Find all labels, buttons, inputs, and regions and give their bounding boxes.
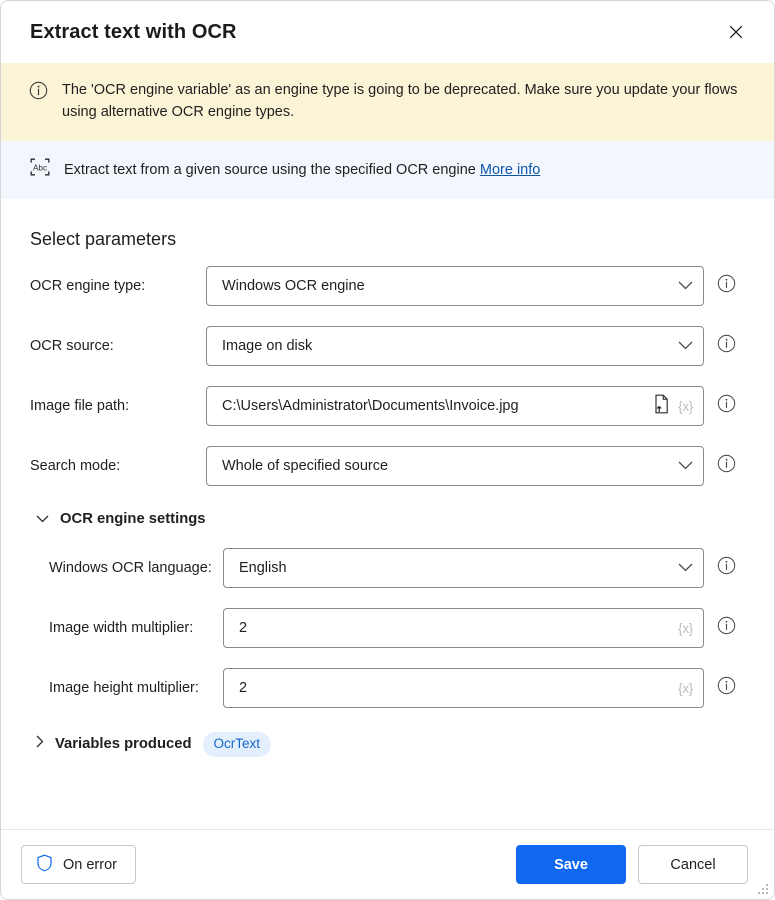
- deprecation-warning-banner: The 'OCR engine variable' as an engine t…: [1, 63, 774, 141]
- label-windows-ocr-language: Windows OCR language:: [49, 560, 212, 576]
- ocr-source-dropdown[interactable]: Image on disk: [206, 326, 704, 366]
- on-error-button[interactable]: On error: [21, 845, 136, 884]
- field-row-search-mode: Search mode: Whole of specified source: [1, 436, 774, 496]
- chevron-down-icon: [678, 337, 693, 355]
- image-height-multiplier-input[interactable]: 2 {x}: [223, 668, 704, 708]
- shield-icon: [36, 854, 53, 876]
- field-row-ocr-source: OCR source: Image on disk: [1, 316, 774, 376]
- dialog-body: Select parameters OCR engine type: Windo…: [1, 199, 774, 829]
- close-icon: [728, 24, 744, 40]
- info-icon-windows-ocr-language[interactable]: [717, 556, 736, 580]
- dialog-footer: On error Save Cancel: [1, 829, 774, 899]
- image-file-path-input[interactable]: C:\Users\Administrator\Documents\Invoice…: [206, 386, 704, 426]
- ocr-engine-settings-group-toggle[interactable]: OCR engine settings: [1, 496, 774, 538]
- label-image-width-multiplier: Image width multiplier:: [49, 620, 194, 636]
- action-description-text: Extract text from a given source using t…: [64, 161, 476, 178]
- more-info-link[interactable]: More info: [480, 162, 540, 178]
- ocr-engine-type-dropdown[interactable]: Windows OCR engine: [206, 266, 704, 306]
- chevron-right-icon: [36, 735, 44, 753]
- label-image-file-path: Image file path:: [30, 398, 130, 414]
- ocr-engine-type-value: Windows OCR engine: [222, 278, 365, 294]
- windows-ocr-language-value: English: [239, 560, 287, 576]
- page-title: Extract text with OCR: [30, 20, 237, 43]
- image-height-multiplier-value: 2: [239, 680, 248, 696]
- info-icon-image-width-multiplier[interactable]: [717, 616, 736, 640]
- info-icon-search-mode[interactable]: [717, 454, 736, 478]
- on-error-label: On error: [63, 856, 117, 873]
- info-icon-ocr-engine-type[interactable]: [717, 274, 736, 298]
- chevron-down-icon: [678, 457, 693, 475]
- search-mode-value: Whole of specified source: [222, 458, 389, 474]
- cancel-button[interactable]: Cancel: [638, 845, 748, 884]
- variable-picker-icon[interactable]: {x}: [678, 681, 693, 696]
- image-width-multiplier-value: 2: [239, 620, 248, 636]
- close-button[interactable]: [716, 15, 756, 49]
- field-row-ocr-engine-type: OCR engine type: Windows OCR engine: [1, 256, 774, 316]
- image-width-multiplier-input[interactable]: 2 {x}: [223, 608, 704, 648]
- ocr-engine-settings-label: OCR engine settings: [60, 511, 206, 527]
- field-row-windows-ocr-language: Windows OCR language: English: [1, 538, 774, 598]
- field-row-image-width-multiplier: Image width multiplier: 2 {x}: [1, 598, 774, 658]
- label-ocr-engine-type: OCR engine type:: [30, 278, 146, 294]
- extract-text-ocr-dialog: Extract text with OCR The 'OCR engine va…: [0, 0, 775, 900]
- select-parameters-heading: Select parameters: [30, 229, 177, 249]
- variable-picker-icon[interactable]: {x}: [678, 621, 693, 636]
- file-upload-icon[interactable]: [653, 394, 670, 419]
- status-badge-ocrtext[interactable]: OcrText: [202, 732, 272, 757]
- variable-picker-icon[interactable]: {x}: [678, 399, 693, 414]
- info-icon-image-file-path[interactable]: [717, 394, 736, 418]
- info-icon-ocr-source[interactable]: [717, 334, 736, 358]
- info-icon-image-height-multiplier[interactable]: [717, 676, 736, 700]
- chevron-down-icon: [36, 510, 49, 528]
- field-row-image-height-multiplier: Image height multiplier: 2 {x}: [1, 658, 774, 718]
- label-search-mode: Search mode:: [30, 458, 121, 474]
- info-circle-icon: [29, 81, 48, 105]
- action-description-banner: Abc Extract text from a given source usi…: [1, 141, 774, 199]
- ocr-source-value: Image on disk: [222, 338, 313, 354]
- label-image-height-multiplier: Image height multiplier:: [49, 680, 199, 696]
- field-row-image-file-path: Image file path: C:\Users\Administrator\…: [1, 376, 774, 436]
- action-description: Extract text from a given source using t…: [64, 160, 540, 180]
- label-ocr-source: OCR source:: [30, 338, 114, 354]
- variables-produced-label: Variables produced: [55, 736, 192, 753]
- chevron-down-icon: [678, 559, 693, 577]
- search-mode-dropdown[interactable]: Whole of specified source: [206, 446, 704, 486]
- image-file-path-adornments: {x}: [653, 394, 693, 419]
- variables-produced-group-toggle[interactable]: Variables produced OcrText: [1, 718, 774, 767]
- windows-ocr-language-dropdown[interactable]: English: [223, 548, 704, 588]
- dialog-titlebar: Extract text with OCR: [1, 1, 774, 63]
- svg-text:Abc: Abc: [33, 164, 47, 173]
- warning-message: The 'OCR engine variable' as an engine t…: [62, 82, 738, 120]
- chevron-down-icon: [678, 277, 693, 295]
- save-button[interactable]: Save: [516, 845, 626, 884]
- image-file-path-value: C:\Users\Administrator\Documents\Invoice…: [222, 398, 519, 414]
- ocr-abc-icon: Abc: [29, 157, 51, 182]
